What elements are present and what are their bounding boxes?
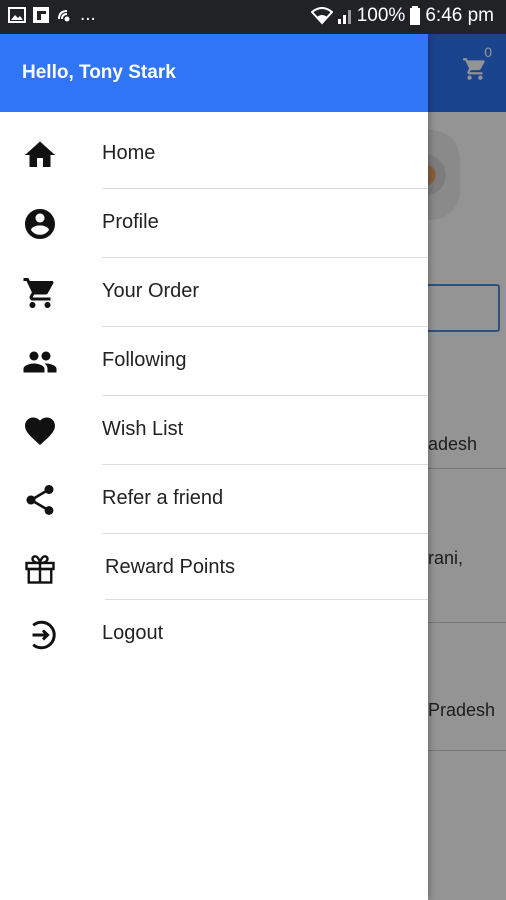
menu-item-reward-points[interactable]: Reward Points: [0, 534, 428, 600]
menu-item-wish-list[interactable]: Wish List: [0, 396, 428, 465]
menu-item-label: Wish List: [102, 418, 184, 440]
menu-item-your-order[interactable]: Your Order: [0, 258, 428, 327]
heart-icon: [25, 417, 55, 446]
menu-item-label: Logout: [102, 622, 164, 644]
menu-item-label: Home: [102, 142, 156, 164]
gift-icon: [25, 555, 55, 584]
wifi-calling-notification-icon: [58, 10, 70, 22]
status-bar-time: 6:46 pm: [425, 5, 494, 26]
battery-icon: [410, 6, 421, 25]
account-circle-icon: [25, 209, 55, 239]
signal-icon: [337, 10, 351, 24]
wifi-icon: [310, 7, 333, 25]
menu-item-label: Following: [102, 349, 187, 371]
share-icon: [26, 485, 54, 515]
menu-item-label: Refer a friend: [102, 487, 224, 509]
flipboard-notification-icon: [33, 7, 49, 23]
people-icon: [23, 351, 57, 373]
home-icon: [25, 141, 55, 167]
drawer-header: Hello, Tony Stark: [0, 34, 428, 112]
status-bar-notifications: ...: [8, 4, 96, 25]
cart-icon: [23, 278, 54, 308]
menu-item-logout[interactable]: Logout: [0, 600, 428, 669]
navigation-drawer: Hello, Tony Stark Home Profile Your Orde…: [0, 34, 428, 900]
menu-item-refer-a-friend[interactable]: Refer a friend: [0, 465, 428, 534]
drawer-menu: Home Profile Your Order Following Wish L…: [0, 120, 428, 669]
menu-item-label: Profile: [102, 211, 159, 233]
user-greeting: Hello, Tony Stark: [22, 62, 176, 83]
status-bar-overflow: ...: [80, 4, 96, 25]
menu-item-label: Reward Points: [105, 556, 236, 578]
logout-icon: [32, 620, 56, 650]
menu-item-home[interactable]: Home: [0, 120, 428, 189]
battery-percent: 100%: [356, 5, 406, 26]
image-notification-icon: [8, 7, 26, 23]
status-bar-system: 100% 6:46 pm: [310, 5, 494, 27]
menu-item-profile[interactable]: Profile: [0, 189, 428, 258]
menu-item-label: Your Order: [102, 280, 200, 302]
status-bar: ... 100% 6:46 pm: [0, 0, 506, 34]
menu-item-following[interactable]: Following: [0, 327, 428, 396]
